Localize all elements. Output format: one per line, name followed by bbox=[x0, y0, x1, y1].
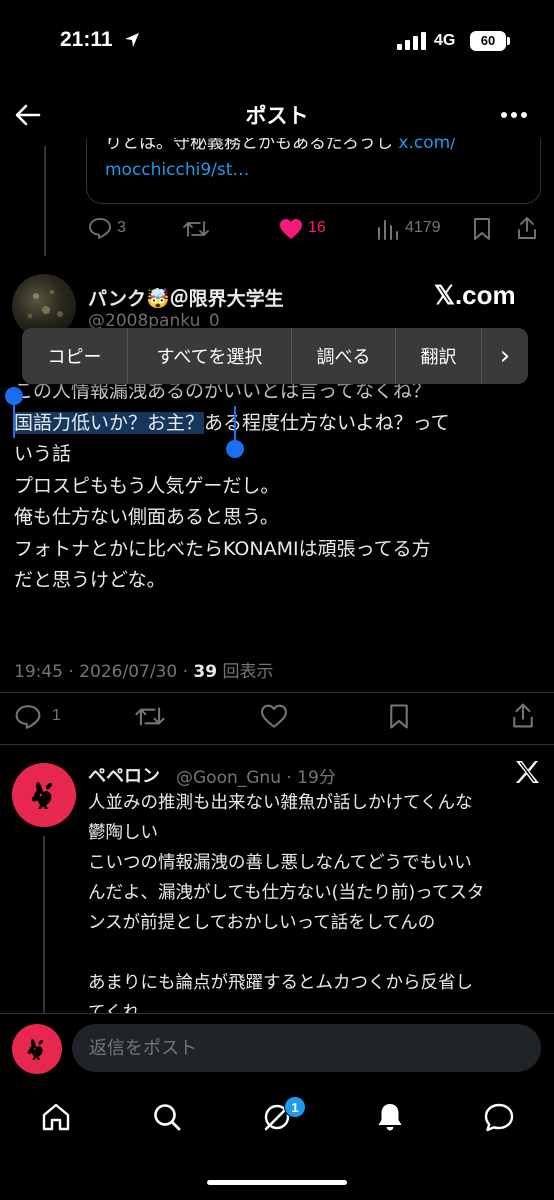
tweet-body: この人情報漏洩あるのがいいとは言ってなくね？ 国語力低いか？お主？ある程度仕方な… bbox=[14, 376, 544, 597]
notifications-bell-icon[interactable] bbox=[375, 1101, 405, 1133]
bookmark-icon[interactable] bbox=[388, 703, 410, 730]
views-count: 4179 bbox=[405, 219, 441, 236]
reply-line: ンスが前提としておかしいって話をしてんの bbox=[88, 913, 436, 933]
reply-author-name[interactable]: ペペロン bbox=[88, 762, 160, 788]
my-avatar[interactable] bbox=[12, 1024, 62, 1074]
bookmark-icon[interactable] bbox=[472, 217, 492, 241]
location-arrow-icon bbox=[125, 33, 139, 47]
reply-icon[interactable] bbox=[88, 217, 112, 239]
more-options-icon[interactable] bbox=[500, 110, 528, 120]
menu-translate[interactable]: 翻訳 bbox=[396, 328, 482, 384]
cellular-signal-icon bbox=[397, 32, 426, 50]
reply-count: 3 bbox=[117, 219, 126, 236]
reply-line: 鬱陶しい bbox=[88, 823, 158, 843]
reply-line bbox=[88, 938, 538, 968]
tweet-line: 国語力低いか？お主？ある程度仕方ないよね？って bbox=[14, 408, 544, 440]
tweet-line: だと思うけどな。 bbox=[14, 569, 166, 591]
tweet-line: いう話 bbox=[14, 443, 72, 465]
bunny-logo-icon bbox=[31, 782, 52, 809]
x-brand-logo: 𝕏.com bbox=[434, 280, 516, 310]
status-time: 21:11 bbox=[60, 28, 113, 51]
view-label: 回表示 bbox=[217, 662, 274, 682]
view-count: 39 bbox=[193, 662, 218, 682]
reply-line: 人並みの推測も出来ない雑魚が話しかけてくんな bbox=[88, 793, 473, 813]
menu-select-all[interactable]: すべてを選択 bbox=[128, 328, 292, 384]
tweet-line: フォトナとかに比べたらKONAMIは頑張ってる方 bbox=[14, 537, 431, 560]
x-logo-icon bbox=[516, 761, 539, 783]
divider bbox=[0, 744, 554, 745]
like-icon-filled[interactable] bbox=[279, 218, 303, 240]
thread-line bbox=[43, 836, 45, 1016]
repost-icon[interactable] bbox=[134, 704, 166, 729]
divider bbox=[0, 692, 554, 693]
reply-line: んだよ、漏洩がしても仕方ない(当たり前)ってスタ bbox=[88, 883, 485, 903]
selection-start-bar bbox=[13, 400, 15, 438]
tweet-line: 俺も仕方ない側面あると思う。 bbox=[14, 506, 279, 528]
tweet-timestamp: 19:45 · 2026/07/30 · 39 回表示 bbox=[14, 657, 273, 682]
text-selection-menu: コピー すべてを選択 調べる 翻訳 › bbox=[22, 328, 528, 384]
like-icon[interactable] bbox=[260, 704, 288, 729]
reply-line: あまりにも論点が飛躍するとムカつくから反省し bbox=[88, 973, 473, 993]
thread-line bbox=[44, 146, 46, 256]
menu-look-up[interactable]: 調べる bbox=[292, 328, 396, 384]
reply-compose-input[interactable] bbox=[72, 1024, 541, 1072]
bunny-logo-icon bbox=[27, 1039, 44, 1060]
reply-line: こいつの情報漏洩の善し悪しなんてどうでもいい bbox=[88, 853, 472, 873]
home-icon[interactable] bbox=[41, 1102, 71, 1132]
author-name[interactable]: パンク🤯＠限界大学生 bbox=[88, 284, 284, 311]
reply-icon[interactable] bbox=[14, 704, 42, 729]
views-icon[interactable] bbox=[376, 218, 400, 240]
page-title: ポスト bbox=[245, 104, 309, 128]
battery-indicator: 60 bbox=[470, 31, 506, 51]
selection-end-bar bbox=[234, 406, 236, 444]
menu-more-arrow[interactable]: › bbox=[482, 328, 528, 384]
notification-badge: 1 bbox=[284, 1096, 306, 1118]
battery-nub bbox=[507, 37, 510, 45]
messages-icon[interactable] bbox=[483, 1102, 515, 1132]
share-icon[interactable] bbox=[511, 702, 535, 729]
reply-author-avatar[interactable] bbox=[12, 763, 76, 827]
share-icon[interactable] bbox=[516, 216, 538, 240]
reply-count: 1 bbox=[52, 707, 61, 724]
quoted-tweet-link[interactable]: mocchicchi9/st… bbox=[105, 160, 249, 180]
timestamp-text: 19:45 · 2026/07/30 · bbox=[14, 662, 194, 682]
home-indicator bbox=[207, 1180, 347, 1185]
selected-text[interactable]: 国語力低いか？お主？ bbox=[14, 411, 205, 434]
reply-author-meta[interactable]: @Goon_Gnu · 19分 bbox=[176, 763, 336, 788]
selection-end-handle[interactable] bbox=[226, 440, 244, 458]
network-type: 4G bbox=[434, 32, 456, 49]
menu-copy[interactable]: コピー bbox=[22, 328, 128, 384]
search-icon[interactable] bbox=[152, 1102, 182, 1132]
tweet-line-rest: ある程度仕方ないよね？って bbox=[204, 411, 450, 434]
repost-icon[interactable] bbox=[182, 218, 210, 240]
reply-body: 人並みの推測も出来ない雑魚が話しかけてくんな 鬱陶しい こいつの情報漏洩の善し悪… bbox=[88, 788, 538, 1028]
like-count: 16 bbox=[308, 219, 326, 236]
tweet-line: プロスピももう人気ゲーだし。 bbox=[14, 474, 280, 497]
